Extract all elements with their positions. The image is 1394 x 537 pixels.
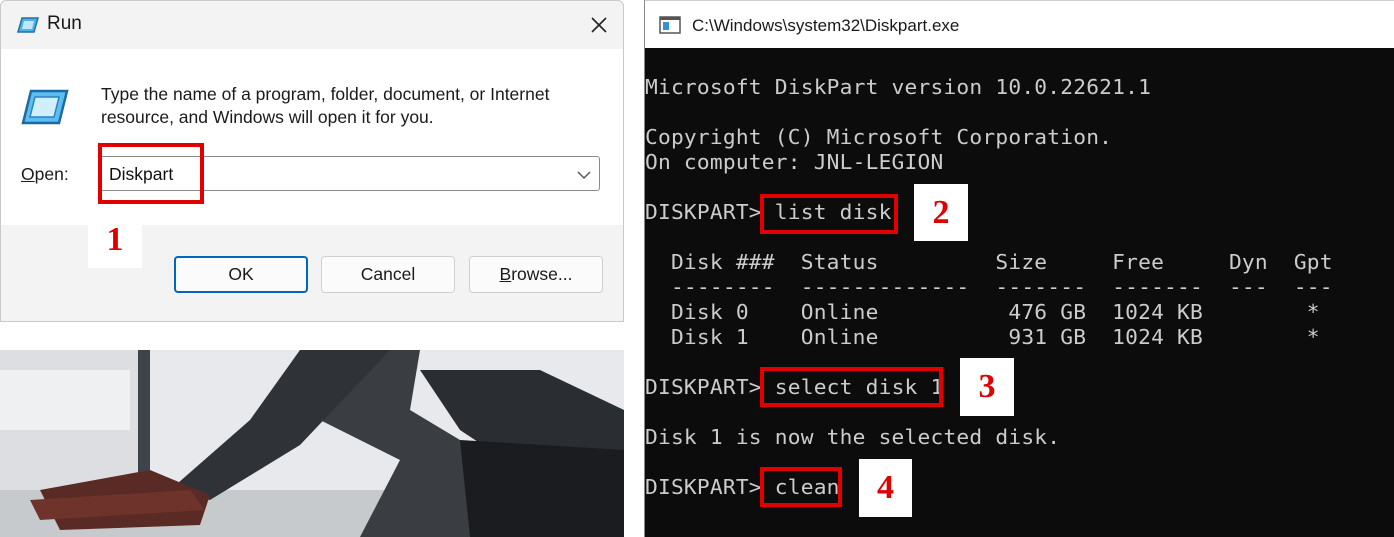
console-app-icon	[659, 16, 681, 34]
open-input[interactable]: Diskpart	[109, 164, 173, 185]
open-label-accesskey: O	[21, 164, 35, 184]
photo-image	[0, 350, 624, 537]
console-prompt: DISKPART>	[645, 475, 775, 499]
open-label: Open:	[21, 164, 69, 185]
console-window: C:\Windows\system32\Diskpart.exe Microso…	[644, 0, 1394, 537]
run-title: Run	[47, 13, 82, 34]
run-description: Type the name of a program, folder, docu…	[101, 84, 550, 127]
browse-accesskey: B	[499, 264, 512, 284]
open-label-text: pen:	[34, 164, 69, 184]
browse-label: rowse...	[511, 264, 573, 284]
console-title: C:\Windows\system32\Diskpart.exe	[692, 16, 960, 35]
console-prompt: DISKPART>	[645, 375, 775, 399]
console-command-line: DISKPART> list disk	[645, 200, 892, 225]
disk-table-row: Disk 0 Online 476 GB 1024 KB *	[645, 300, 1320, 324]
step-label-2: 2	[914, 184, 968, 241]
run-program-icon	[21, 89, 69, 125]
console-command-clean: clean	[774, 475, 840, 499]
open-combobox[interactable]: Diskpart	[100, 156, 600, 191]
ok-button[interactable]: OK	[174, 256, 308, 293]
disk-table-separator: -------- ------------- ------- ------- -…	[645, 275, 1333, 299]
console-titlebar: C:\Windows\system32\Diskpart.exe	[645, 0, 1394, 48]
chevron-down-icon[interactable]	[575, 165, 593, 183]
step-label-4: 4	[859, 459, 912, 517]
run-titlebar: Run	[1, 1, 623, 49]
console-command-line: DISKPART> clean	[645, 475, 840, 500]
decorative-photo	[0, 350, 624, 537]
console-command-list-disk: list disk	[774, 200, 892, 224]
step-label-1: 1	[88, 212, 142, 268]
close-icon	[591, 17, 607, 33]
console-command-line: DISKPART> select disk 1	[645, 375, 943, 400]
cancel-button[interactable]: Cancel	[321, 256, 455, 293]
console-command-select-disk: select disk 1	[774, 375, 944, 399]
console-selected-message: Disk 1 is now the selected disk.	[645, 425, 1061, 449]
step-label-3: 3	[960, 358, 1014, 416]
run-app-icon	[17, 17, 39, 33]
disk-table-row: Disk 1 Online 931 GB 1024 KB *	[645, 325, 1320, 349]
console-prompt: DISKPART>	[645, 200, 775, 224]
disk-table-header: Disk ### Status Size Free Dyn Gpt	[645, 250, 1333, 274]
console-copyright-line: Copyright (C) Microsoft Corporation.	[645, 125, 1113, 149]
browse-button[interactable]: Browse...	[469, 256, 603, 293]
run-body: Type the name of a program, folder, docu…	[1, 49, 623, 225]
run-dialog: Run Type the name of a program, folder, …	[0, 0, 624, 322]
console-version-line: Microsoft DiskPart version 10.0.22621.1	[645, 75, 1152, 99]
close-button[interactable]	[583, 9, 615, 41]
console-computer-line: On computer: JNL-LEGION	[645, 150, 944, 174]
